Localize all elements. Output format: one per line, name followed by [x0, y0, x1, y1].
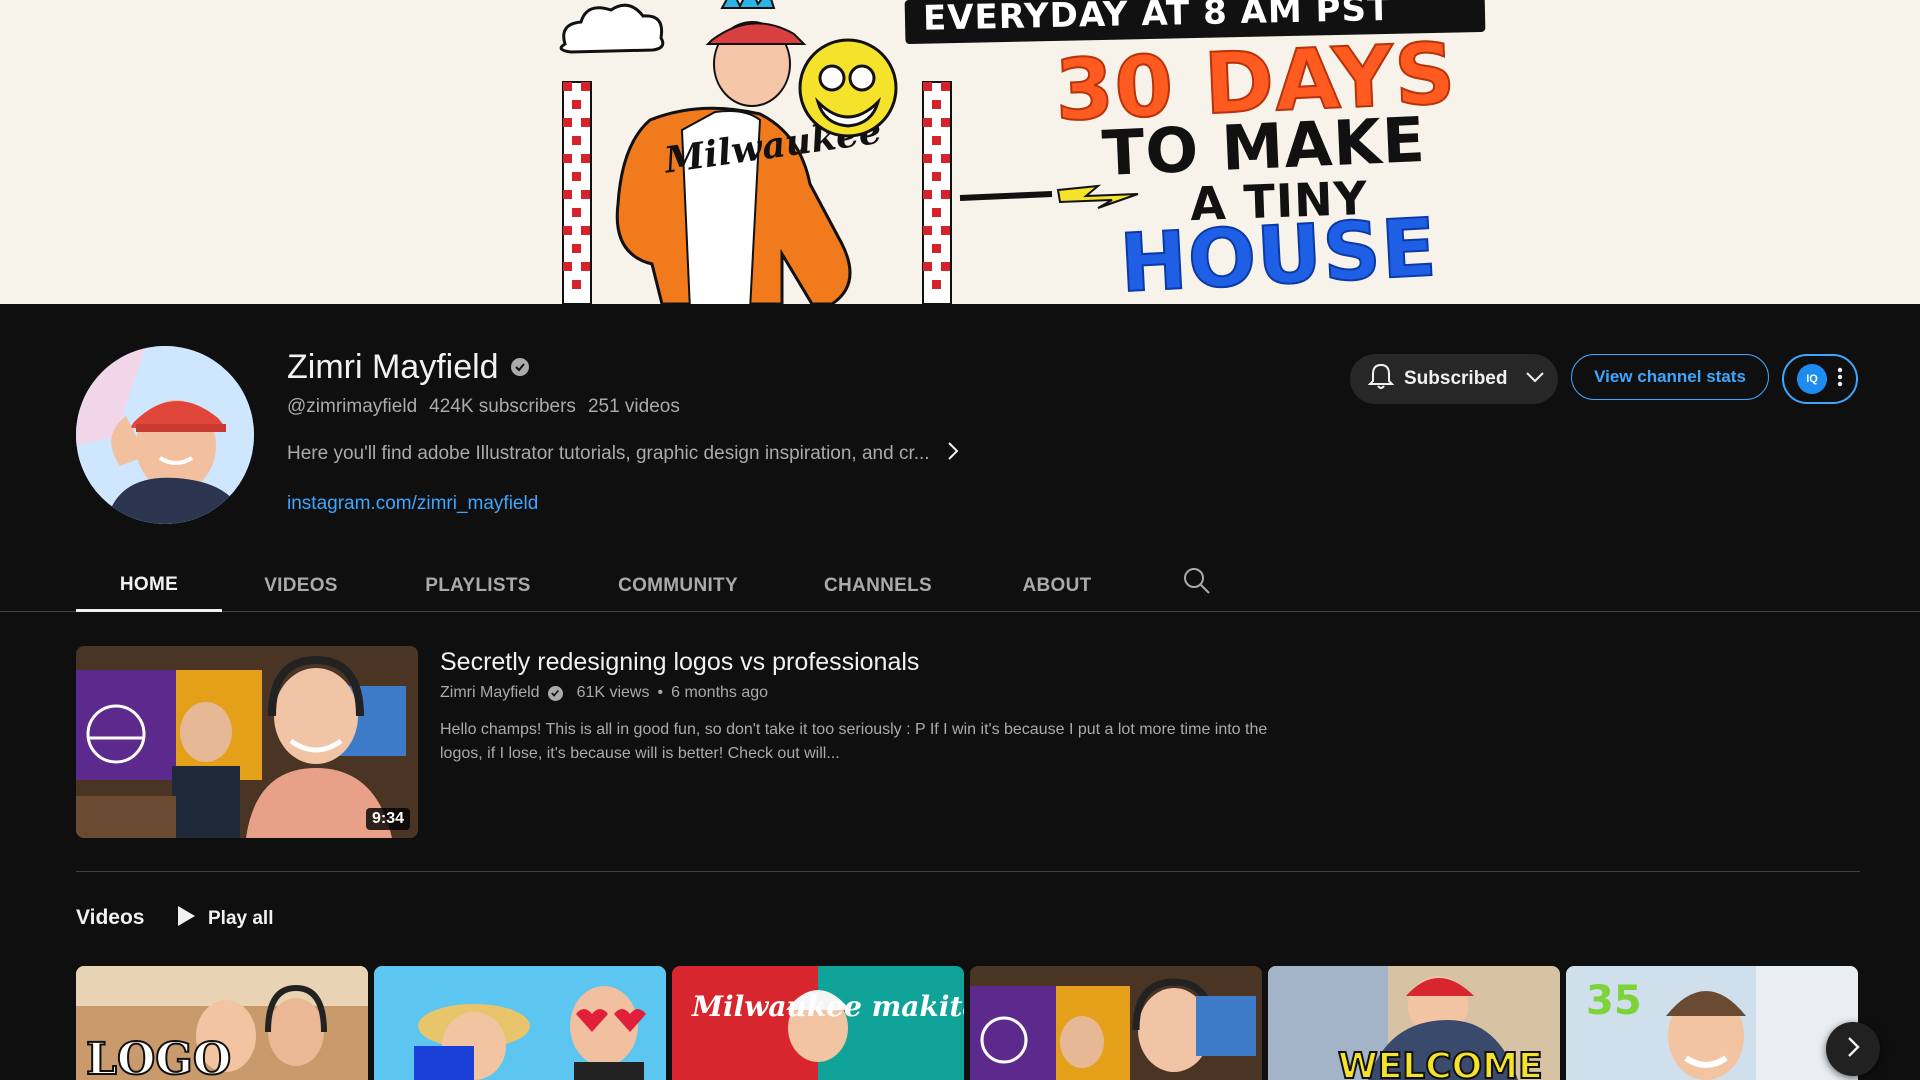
play-all-label: Play all: [208, 908, 274, 929]
thumbnail-image: 35: [1566, 966, 1858, 1080]
featured-age: 6 months ago: [671, 684, 769, 701]
channel-meta: @zimrimayfield 424K subscribers 251 vide…: [287, 396, 680, 418]
featured-video-title[interactable]: Secretly redesigning logos vs profession…: [440, 648, 919, 677]
play-all-button[interactable]: Play all: [176, 902, 274, 936]
channel-description-text: Here you'll find adobe Illustrator tutor…: [287, 443, 930, 464]
channel-name-text: Zimri Mayfield: [287, 347, 499, 386]
video-thumbnail[interactable]: WELCOME: [1268, 966, 1560, 1080]
thumbnail-image: WELCOME: [1268, 966, 1560, 1080]
subscribed-button[interactable]: Subscribed: [1350, 354, 1558, 404]
channel-description[interactable]: Here you'll find adobe Illustrator tutor…: [287, 440, 960, 468]
channel-link[interactable]: instagram.com/zimri_mayfield: [287, 493, 538, 515]
channel-avatar[interactable]: [76, 346, 254, 524]
video-thumbnail[interactable]: [970, 966, 1262, 1080]
video-count: 251 videos: [587, 396, 680, 417]
banner-headline-4: HOUSE: [1117, 200, 1441, 304]
meta-separator: •: [657, 684, 664, 701]
verified-icon: [510, 358, 529, 376]
subscribed-label: Subscribed: [1404, 368, 1508, 389]
channel-banner: Milwaukee EVERYDAY AT 8 AM PST 30 DAYS T…: [0, 0, 1920, 304]
thumbnail-text: LOGO: [86, 1034, 231, 1080]
channel-tabs: HOME VIDEOS PLAYLISTS COMMUNITY CHANNELS…: [76, 560, 1138, 612]
tab-channels[interactable]: CHANNELS: [780, 560, 976, 612]
tab-playlists[interactable]: PLAYLISTS: [380, 560, 576, 612]
video-thumbnail[interactable]: LOGO: [76, 966, 368, 1080]
channel-handle: @zimrimayfield: [287, 396, 418, 417]
video-shelf: LOGO Milwaukee makita WELCOME 35: [76, 966, 1858, 1080]
video-thumbnail[interactable]: [374, 966, 666, 1080]
tab-community[interactable]: COMMUNITY: [576, 560, 780, 612]
thumbnail-image: Milwaukee makita: [672, 966, 964, 1080]
subscriber-count: 424K subscribers: [429, 396, 576, 417]
tab-about[interactable]: ABOUT: [976, 560, 1138, 612]
thumbnail-image: [970, 966, 1262, 1080]
view-channel-stats-button[interactable]: View channel stats: [1571, 354, 1769, 400]
thumbnail-text: 35: [1586, 978, 1642, 1024]
tab-videos[interactable]: VIDEOS: [222, 560, 380, 612]
thumbnail-image: LOGO: [76, 966, 368, 1080]
search-icon[interactable]: [1182, 566, 1212, 596]
next-arrow-icon: [1845, 1035, 1861, 1064]
bell-icon: [1367, 362, 1395, 396]
featured-views: 61K views: [576, 684, 650, 701]
video-thumbnail[interactable]: Milwaukee makita: [672, 966, 964, 1080]
play-icon: [176, 905, 196, 933]
thumbnail-text: Milwaukee makita: [691, 990, 964, 1023]
shelf-next-button[interactable]: [1826, 1022, 1880, 1076]
channel-name: Zimri Mayfield: [287, 346, 529, 388]
featured-video-thumbnail[interactable]: 9:34: [76, 646, 418, 838]
video-duration: 9:34: [365, 808, 410, 830]
extension-button[interactable]: IQ: [1782, 354, 1858, 404]
chevron-down-icon: [1525, 368, 1545, 390]
shelf-title[interactable]: Videos: [76, 906, 144, 930]
featured-video-meta: Zimri Mayfield 61K views • 6 months ago: [440, 684, 768, 702]
video-thumbnail[interactable]: 35: [1566, 966, 1858, 1080]
extension-icon: IQ: [1797, 364, 1827, 394]
section-divider: [76, 871, 1860, 872]
banner-illustration: Milwaukee: [559, 0, 1139, 304]
more-vert-icon[interactable]: [1837, 367, 1843, 392]
thumbnail-image: [374, 966, 666, 1080]
chevron-right-icon: [946, 440, 960, 468]
thumbnail-text: WELCOME: [1338, 1046, 1543, 1080]
avatar-image: [76, 346, 254, 524]
verified-icon: [547, 685, 563, 701]
featured-channel-name[interactable]: Zimri Mayfield: [440, 684, 540, 702]
featured-video-description: Hello champs! This is all in good fun, s…: [440, 721, 1268, 762]
tab-home[interactable]: HOME: [76, 560, 222, 612]
